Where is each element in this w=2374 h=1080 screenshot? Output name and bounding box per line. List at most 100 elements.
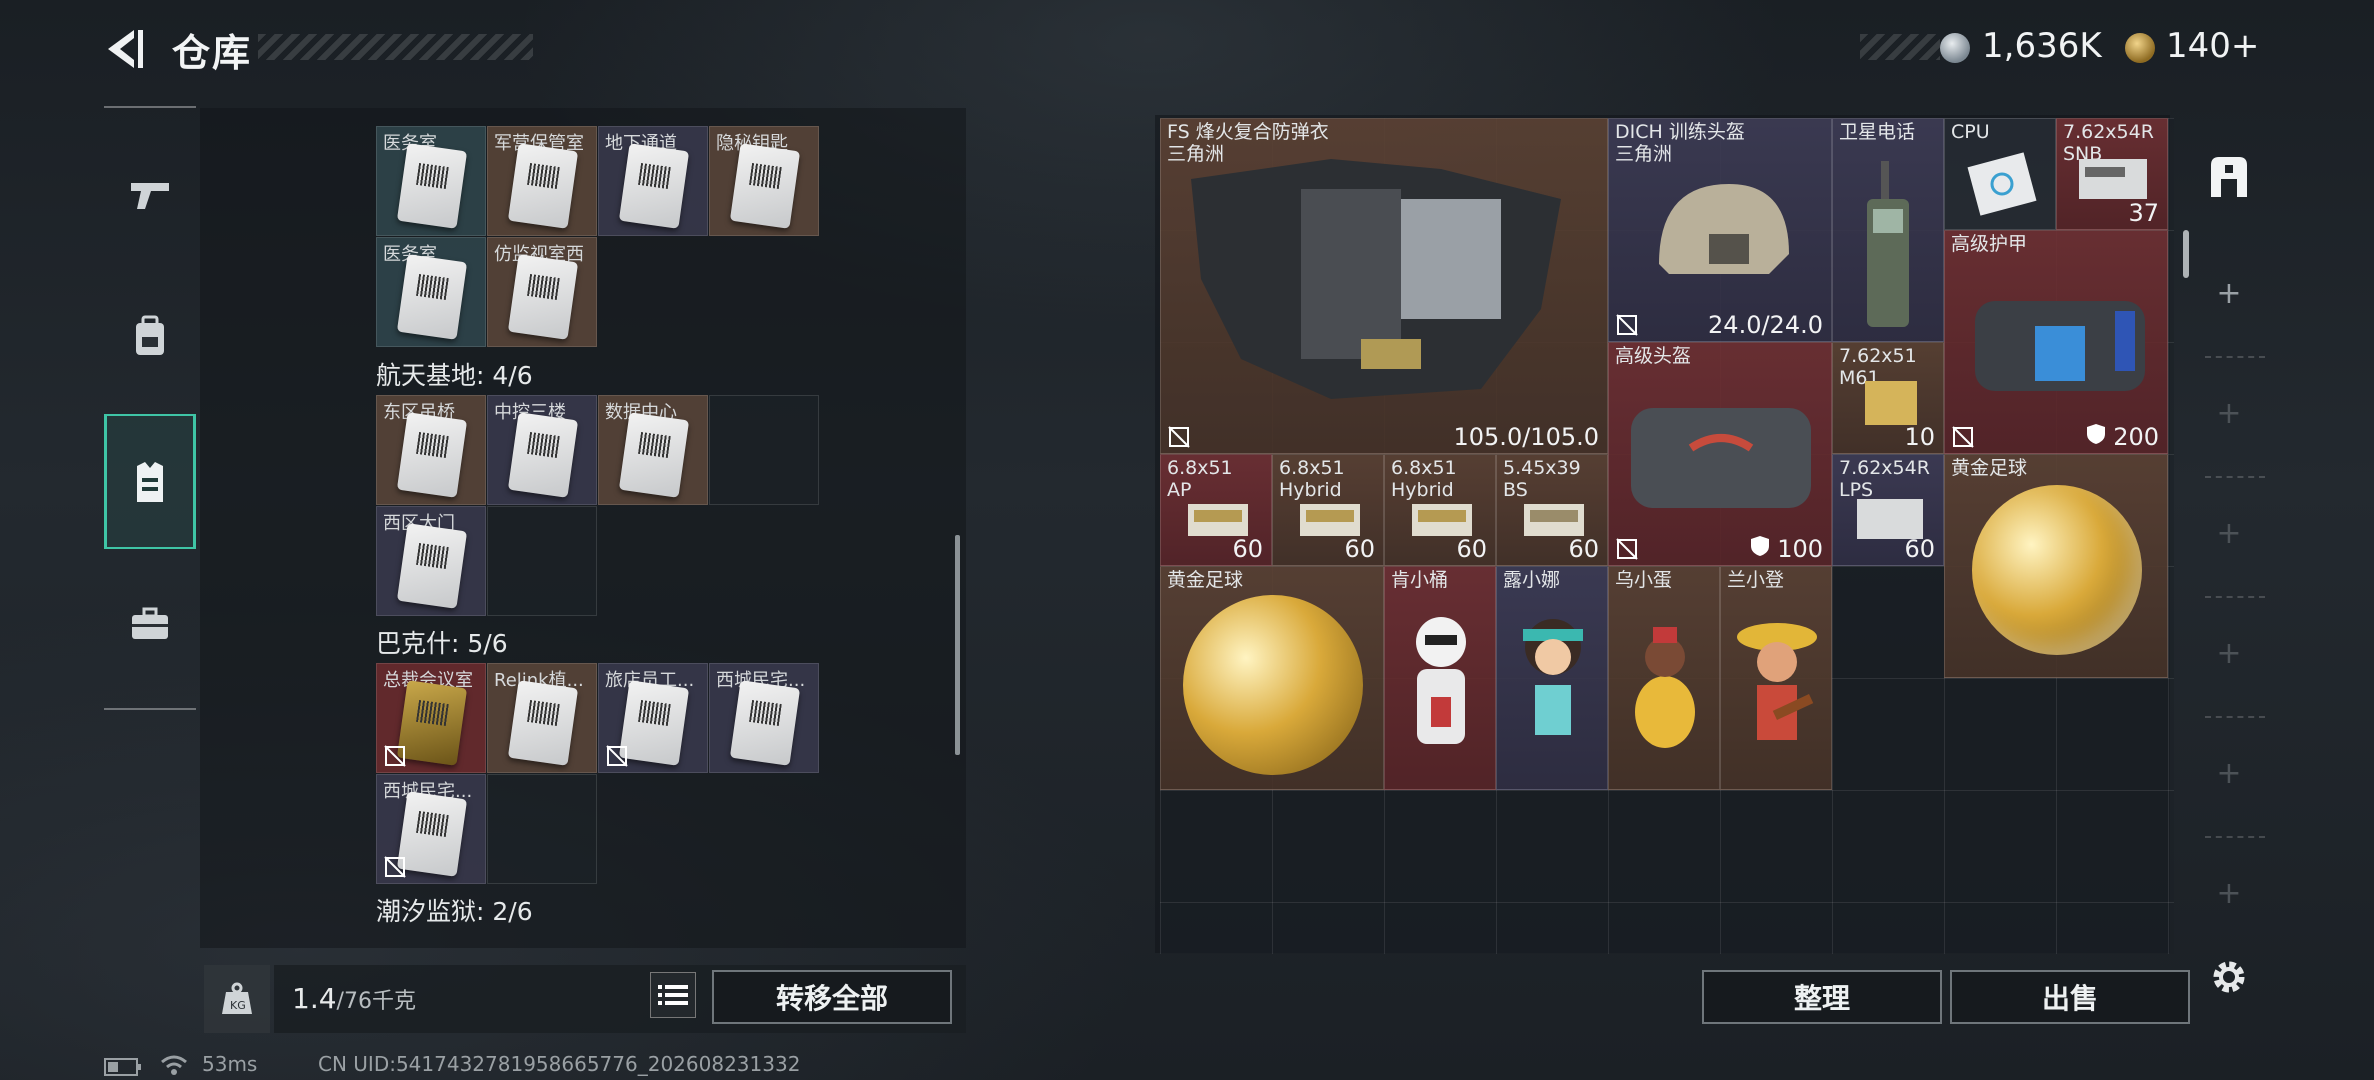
key-slot[interactable]: 医务室 xyxy=(376,126,486,236)
weight-icon: KG xyxy=(222,982,252,1014)
figurine-item[interactable]: 乌小蛋 xyxy=(1608,566,1720,790)
key-card-icon xyxy=(396,412,468,498)
ammo-count: 60 xyxy=(1232,535,1263,563)
advanced-armor-item[interactable]: 高级护甲 200 xyxy=(1944,230,2168,454)
ammo-item[interactable]: 7.62x54R SNB 37 xyxy=(2056,118,2168,230)
key-card-icon xyxy=(396,791,468,877)
figurine-icon xyxy=(1737,623,1817,740)
key-slot[interactable]: 数据中心 xyxy=(598,395,708,505)
gold-football-item[interactable]: 黄金足球 xyxy=(1944,454,2168,678)
currency-gold[interactable]: 140+ xyxy=(2166,26,2259,66)
sat-phone-item[interactable]: 卫星电话 xyxy=(1832,118,1944,342)
ammo-item[interactable]: 6.8x51 Hybrid 60 xyxy=(1272,454,1384,566)
empty-key-slot[interactable] xyxy=(487,506,597,616)
add-slot-button[interactable]: + xyxy=(2200,876,2258,911)
ammo-box-icon xyxy=(2079,159,2147,199)
weight-display: 1.4/76千克 xyxy=(292,982,416,1015)
key-slot[interactable]: 总裁会议室 xyxy=(376,663,486,773)
item-name: 黄金足球 xyxy=(1951,457,2028,479)
item-name: 6.8x51 AP xyxy=(1167,457,1233,501)
battery-icon xyxy=(104,1058,141,1076)
weight-unit: /76千克 xyxy=(336,989,416,1014)
item-name: 6.8x51 Hybrid xyxy=(1279,457,1345,501)
key-slot[interactable]: 西城民宅... xyxy=(376,774,486,884)
ammo-count: 60 xyxy=(1568,535,1599,563)
item-name: 5.45x39 BS xyxy=(1503,457,1581,501)
key-card-icon xyxy=(729,143,801,229)
ammo-item[interactable]: 7.62x54R LPS 60 xyxy=(1832,454,1944,566)
sat-phone-icon xyxy=(1867,161,1909,327)
ammo-box-icon xyxy=(1865,381,1917,425)
page-title: 仓库 xyxy=(172,31,253,75)
add-slot-button[interactable]: + xyxy=(2200,516,2258,551)
figurine-icon xyxy=(1416,617,1466,744)
item-name: 乌小蛋 xyxy=(1615,569,1673,591)
key-slot[interactable]: Relink植... xyxy=(487,663,597,773)
empty-key-slot[interactable] xyxy=(487,774,597,884)
ammo-item[interactable]: 7.62x51 M61 10 xyxy=(1832,342,1944,454)
ammo-count: 60 xyxy=(1456,535,1487,563)
key-slot[interactable]: 地下通道 xyxy=(598,126,708,236)
add-slot-button[interactable]: + xyxy=(2200,396,2258,431)
body-armor-item[interactable]: FS 烽火复合防弹衣 三角洲 105.0/105.0 xyxy=(1160,118,1608,454)
slot-divider xyxy=(2205,356,2265,358)
ammo-item[interactable]: 6.8x51 AP 60 xyxy=(1160,454,1272,566)
settings-gear-icon[interactable] xyxy=(2207,955,2251,999)
ammo-item[interactable]: 5.45x39 BS 60 xyxy=(1496,454,1608,566)
key-slot[interactable]: 西区大门 xyxy=(376,506,486,616)
add-slot-button[interactable]: + xyxy=(2200,276,2258,311)
sort-button[interactable]: 整理 xyxy=(1702,970,1942,1024)
sell-button[interactable]: 出售 xyxy=(1950,970,2190,1024)
item-name: 高级护甲 xyxy=(1951,233,2028,255)
training-helmet-item[interactable]: DICH 训练头盔 三角洲 24.0/24.0 xyxy=(1608,118,1832,342)
nav-equipment[interactable] xyxy=(104,414,196,549)
list-view-button[interactable] xyxy=(650,972,696,1018)
currency-silver[interactable]: 1,636K xyxy=(1982,26,2102,66)
key-card-icon xyxy=(396,143,468,229)
add-slot-button[interactable]: + xyxy=(2200,756,2258,791)
key-card-icon xyxy=(396,680,468,766)
figurine-item[interactable]: 肯小桶 xyxy=(1384,566,1496,790)
key-slot[interactable]: 隐秘钥匙 xyxy=(709,126,819,236)
ammo-box-icon xyxy=(1524,504,1584,536)
back-arrow-icon[interactable] xyxy=(100,26,146,72)
key-slot[interactable]: 军营保管室 xyxy=(487,126,597,236)
nav-weapons[interactable] xyxy=(104,128,196,263)
grid-scrollbar[interactable] xyxy=(2183,230,2189,278)
ammo-count: 60 xyxy=(1904,535,1935,563)
key-slot[interactable]: 医务室 xyxy=(376,237,486,347)
key-slot[interactable]: 东区吊桥 xyxy=(376,395,486,505)
key-storage-panel[interactable]: 医务室 军营保管室 地下通道 隐秘钥匙 医务室 仿监视室西 航天基地: 4/6 … xyxy=(200,108,966,948)
no-trade-icon xyxy=(1616,538,1638,560)
helmet-bag-icon xyxy=(1631,408,1811,508)
backpack-icon xyxy=(136,315,164,355)
weight-button[interactable]: KG xyxy=(204,965,270,1033)
advanced-helmet-item[interactable]: 高级头盔 100 xyxy=(1608,342,1832,566)
briefcase-icon xyxy=(132,607,168,639)
ammo-item[interactable]: 6.8x51 Hybrid 60 xyxy=(1384,454,1496,566)
ammo-box-icon xyxy=(1188,504,1248,536)
figurine-item[interactable]: 露小娜 xyxy=(1496,566,1608,790)
armor-number: 100 xyxy=(1777,535,1823,563)
armor-value: 100 xyxy=(1750,535,1823,563)
nav-tools[interactable] xyxy=(104,556,196,691)
key-slot[interactable]: 中控三楼 xyxy=(487,395,597,505)
key-slot[interactable]: 旅店员工... xyxy=(598,663,708,773)
key-card-icon xyxy=(729,680,801,766)
figurine-item[interactable]: 兰小登 xyxy=(1720,566,1832,790)
key-slot[interactable]: 仿监视室西 xyxy=(487,237,597,347)
add-slot-button[interactable]: + xyxy=(2200,636,2258,671)
key-card-icon xyxy=(618,680,690,766)
empty-key-slot[interactable] xyxy=(709,395,819,505)
container-icon[interactable] xyxy=(2205,153,2253,201)
key-slot[interactable]: 西城民宅... xyxy=(709,663,819,773)
gold-football-item[interactable]: 黄金足球 xyxy=(1160,566,1384,790)
nav-backpack[interactable] xyxy=(104,268,196,403)
cpu-item[interactable]: CPU xyxy=(1944,118,2056,230)
left-scrollbar[interactable] xyxy=(955,535,960,755)
shield-icon xyxy=(1750,536,1769,556)
item-name: 高级头盔 xyxy=(1615,345,1692,367)
figurine-icon xyxy=(1523,619,1583,735)
transfer-all-button[interactable]: 转移全部 xyxy=(712,970,952,1024)
key-card-icon xyxy=(618,412,690,498)
